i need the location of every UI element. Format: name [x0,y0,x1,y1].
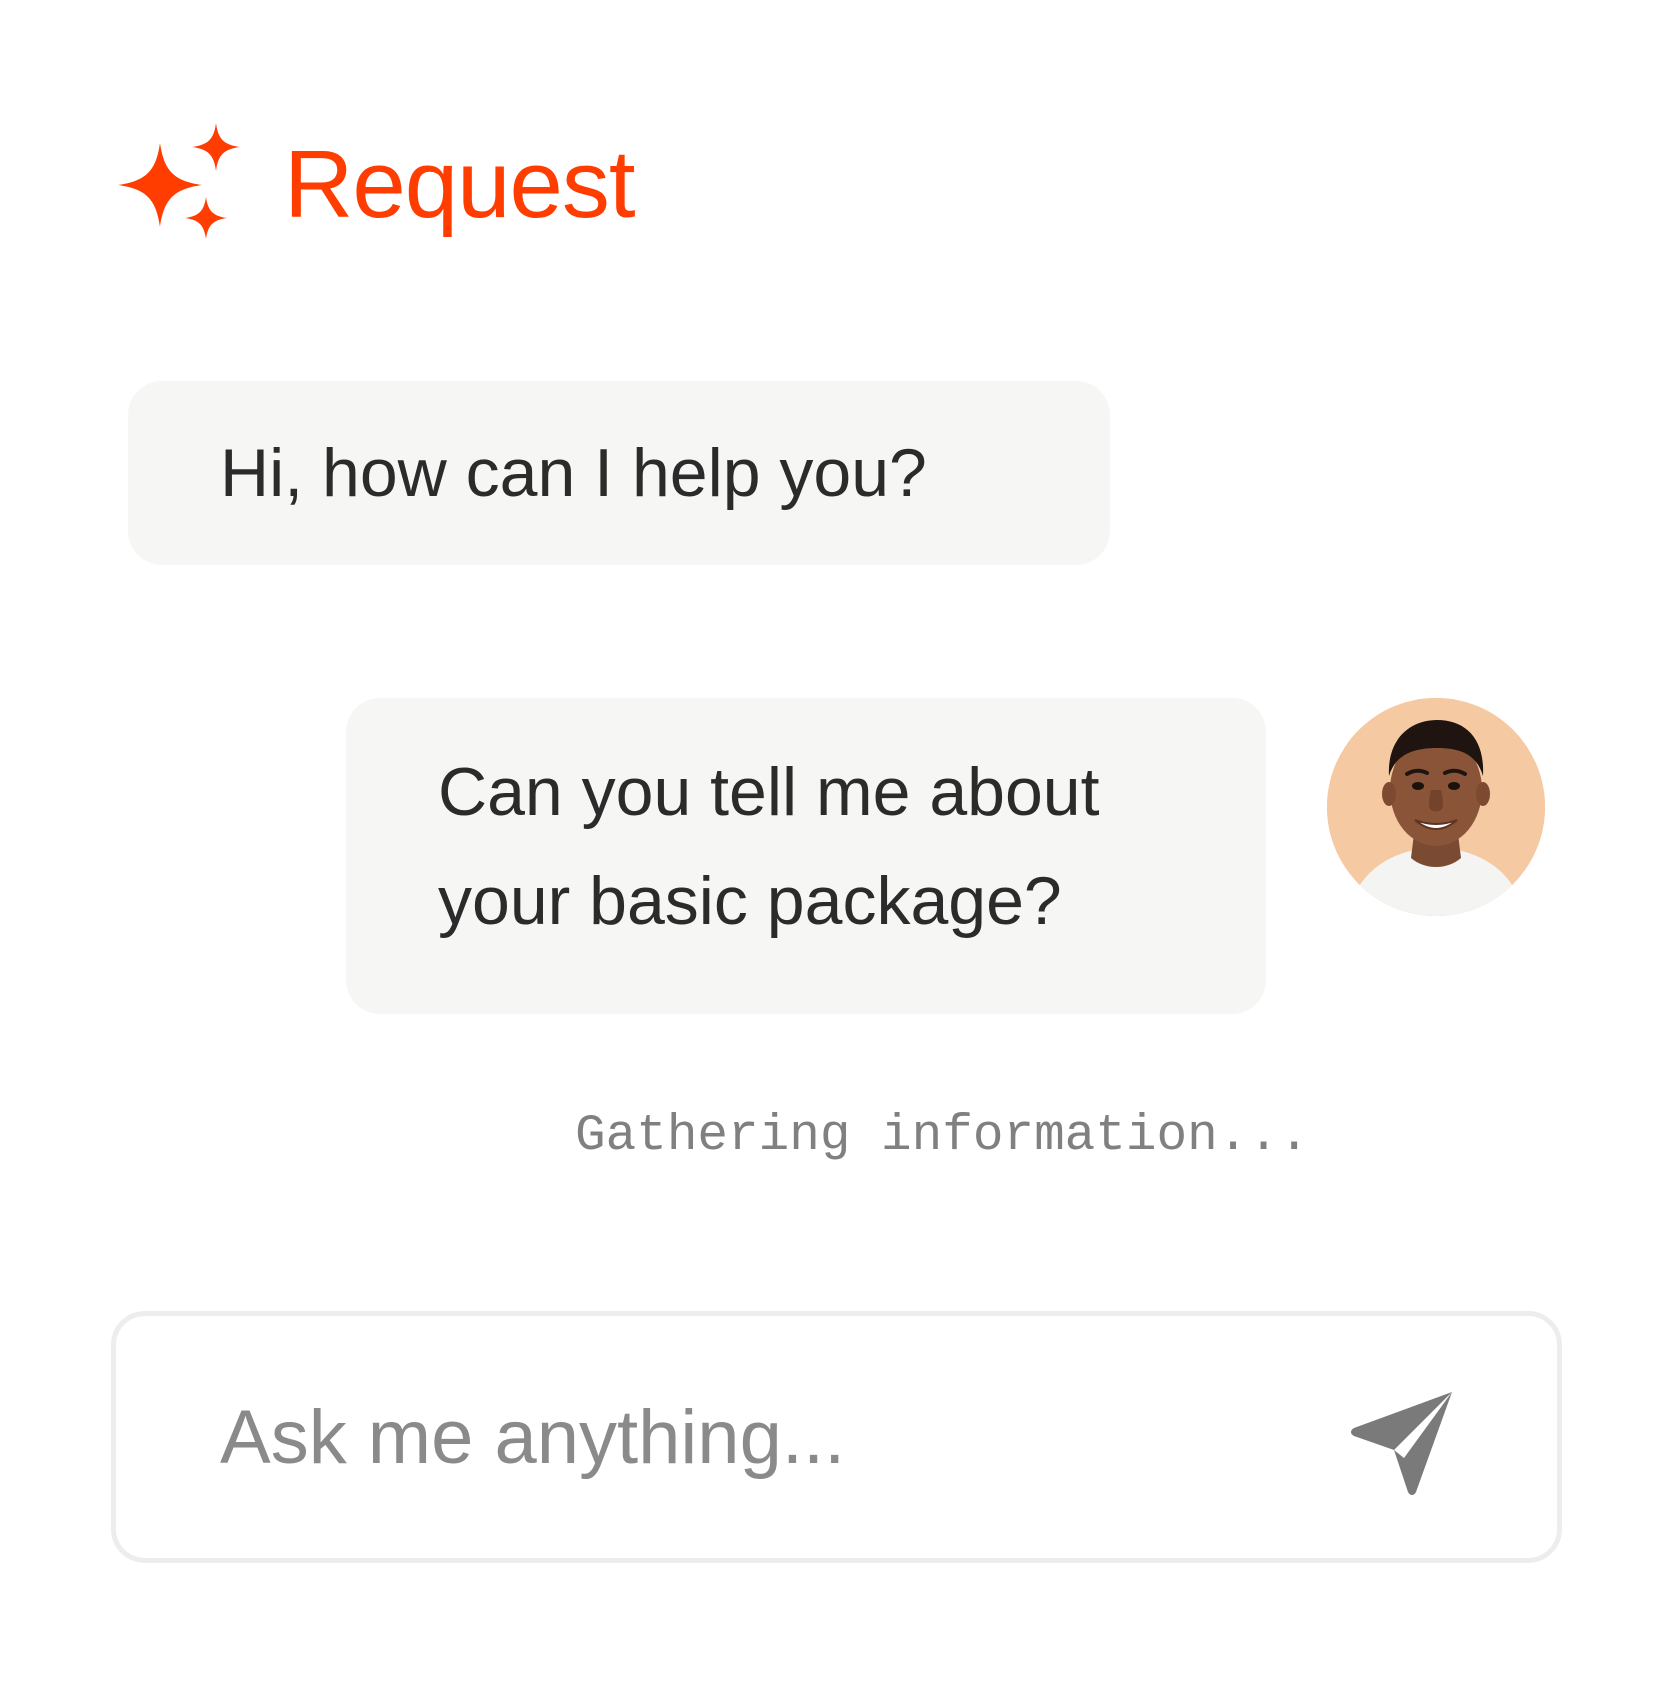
user-message-bubble: Can you tell me about your basic package… [346,698,1266,1014]
assistant-message-text: Hi, how can I help you? [220,434,927,511]
assistant-message-bubble: Hi, how can I help you? [128,381,1110,565]
user-message-line-2: your basic package? [438,862,1062,939]
header: Request [118,120,636,250]
status-text: Gathering information... [575,1108,1310,1165]
user-message-line-1: Can you tell me about [438,754,1100,830]
send-icon [1351,1392,1452,1495]
message-composer [111,1311,1562,1563]
sparkle-icon [118,123,240,239]
page-title: Request [284,131,636,238]
message-input[interactable] [220,1316,1320,1558]
user-avatar [1327,698,1545,916]
send-button[interactable] [1348,1388,1458,1498]
